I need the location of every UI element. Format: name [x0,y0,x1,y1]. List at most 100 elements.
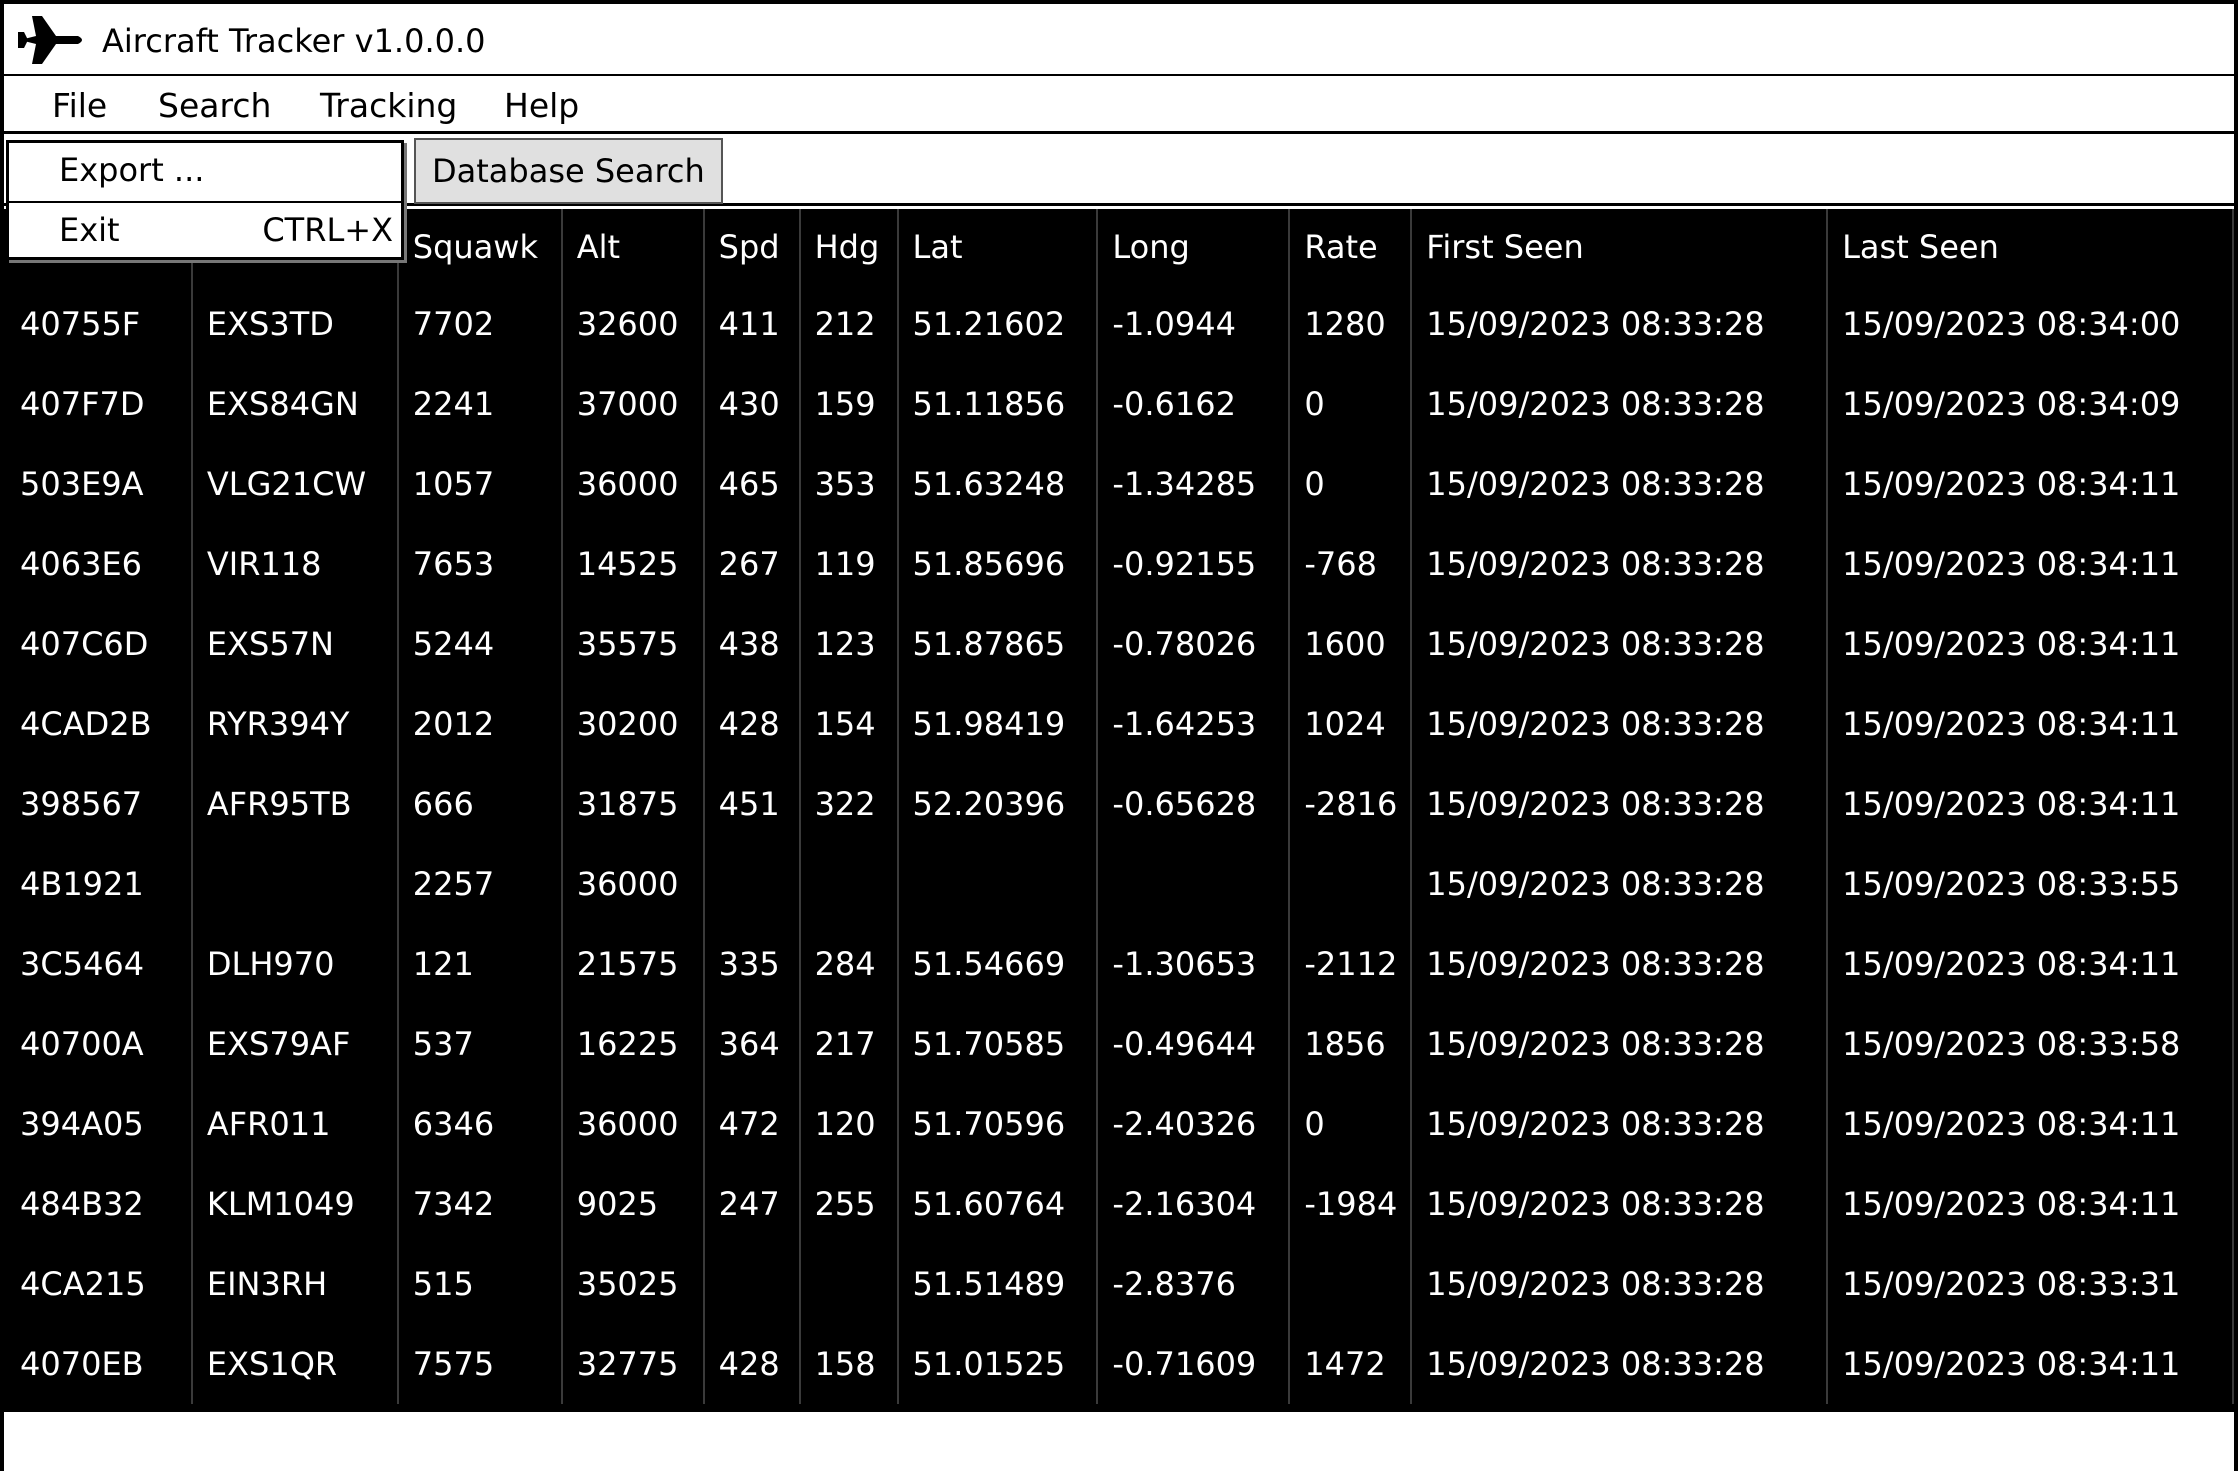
table-cell: 0 [1289,364,1413,444]
menu-file[interactable]: File [52,86,107,126]
table-cell: -2112 [1289,924,1413,1004]
table-cell: 15/09/2023 08:33:28 [1411,284,1829,364]
table-cell: 1280 [1289,284,1413,364]
table-cell: 51.63248 [897,444,1099,524]
column-header-rate[interactable]: Rate [1289,209,1413,284]
table-cell: 7342 [397,1164,563,1244]
table-cell: 2241 [397,364,563,444]
table-row[interactable]: 4CAD2B RYR394Y 2012 30200 428 154 51.98419 -1.6… [4,684,2234,764]
table-cell: 32775 [561,1324,705,1404]
menu-item-exit[interactable]: Exit CTRL+X [9,203,401,259]
table-cell [1097,844,1291,924]
table-row[interactable]: 4063E6 VIR118 7653 14525 267 119 51.85696 -0.92… [4,524,2234,604]
table-cell: VLG21CW [191,444,399,524]
column-header-alt[interactable]: Alt [561,209,705,284]
table-cell: 364 [703,1004,801,1084]
table-cell: 51.70585 [897,1004,1099,1084]
table-cell: 4B1921 [4,844,193,924]
table-cell: 15/09/2023 08:34:11 [1827,604,2234,684]
column-header-long[interactable]: Long [1097,209,1291,284]
table-cell: 666 [397,764,563,844]
table-cell: EXS84GN [191,364,399,444]
table-cell: 36000 [561,1084,705,1164]
table-row[interactable]: 407C6D EXS57N 5244 35575 438 123 51.87865 -0.78… [4,604,2234,684]
menu-search[interactable]: Search [158,86,271,126]
table-cell: 0 [1289,444,1413,524]
table-cell: 16225 [561,1004,705,1084]
menu-help[interactable]: Help [504,86,579,126]
table-cell: 3C5464 [4,924,193,1004]
table-row[interactable]: 394A05 AFR011 6346 36000 472 120 51.70596 -2.40… [4,1084,2234,1164]
table-cell: 335 [703,924,801,1004]
table-cell: 267 [703,524,801,604]
tab-database-search[interactable]: Database Search [414,138,723,204]
table-row[interactable]: 398567 AFR95TB 666 31875 451 322 52.20396 -0.65… [4,764,2234,844]
table-cell: EXS79AF [191,1004,399,1084]
table-cell: -0.78026 [1097,604,1291,684]
table-cell [799,1244,899,1324]
table-cell: 6346 [397,1084,563,1164]
table-cell: 21575 [561,924,705,1004]
table-cell: 15/09/2023 08:33:28 [1411,684,1829,764]
table-cell: -1.64253 [1097,684,1291,764]
table-row[interactable]: 4B1921 2257 36000 15/09/2023 08:33:28 15/09/… [4,844,2234,924]
table-cell: 7653 [397,524,563,604]
menu-item-export[interactable]: Export ... [9,143,401,199]
table-cell: 15/09/2023 08:34:11 [1827,444,2234,524]
table-cell: -1.30653 [1097,924,1291,1004]
table-cell: 4CA215 [4,1244,193,1324]
table-row[interactable]: 3C5464 DLH970 121 21575 335 284 51.54669 -1.306… [4,924,2234,1004]
column-header-hdg[interactable]: Hdg [799,209,899,284]
table-cell: 154 [799,684,899,764]
column-header-first-seen[interactable]: First Seen [1411,209,1829,284]
table-row[interactable]: 40700A EXS79AF 537 16225 364 217 51.70585 -0.49… [4,1004,2234,1084]
table-cell [191,844,399,924]
table-cell: 120 [799,1084,899,1164]
table-cell: -1984 [1289,1164,1413,1244]
table-cell: 15/09/2023 08:33:28 [1411,924,1829,1004]
table-cell: EIN3RH [191,1244,399,1324]
table-cell: 52.20396 [897,764,1099,844]
column-header-squawk[interactable]: Squawk [397,209,563,284]
table-cell: 36000 [561,444,705,524]
table-cell: 484B32 [4,1164,193,1244]
table-row[interactable]: 4070EB EXS1QR 7575 32775 428 158 51.01525 -0.71… [4,1324,2234,1404]
table-cell: 15/09/2023 08:33:28 [1411,444,1829,524]
table-cell: 15/09/2023 08:33:28 [1411,1084,1829,1164]
table-row[interactable]: 484B32 KLM1049 7342 9025 247 255 51.60764 -2.16… [4,1164,2234,1244]
table-cell: 15/09/2023 08:33:28 [1411,1004,1829,1084]
table-cell: 15/09/2023 08:34:09 [1827,364,2234,444]
table-cell: 5244 [397,604,563,684]
table-cell: 15/09/2023 08:34:11 [1827,1164,2234,1244]
table-row[interactable]: 40755F EXS3TD 7702 32600 411 212 51.21602 -1.09… [4,284,2234,364]
table-cell: -0.92155 [1097,524,1291,604]
table-row[interactable]: 407F7D EXS84GN 2241 37000 430 159 51.11856 -0.6… [4,364,2234,444]
table-cell: 15/09/2023 08:33:31 [1827,1244,2234,1324]
table-cell: 438 [703,604,801,684]
table-cell: 119 [799,524,899,604]
table-cell: KLM1049 [191,1164,399,1244]
table-row[interactable]: 503E9A VLG21CW 1057 36000 465 353 51.63248 -1.3… [4,444,2234,524]
table-cell: -768 [1289,524,1413,604]
table-cell: -1.34285 [1097,444,1291,524]
table-cell: 9025 [561,1164,705,1244]
table-cell: -0.71609 [1097,1324,1291,1404]
table-cell: 15/09/2023 08:33:28 [1411,604,1829,684]
window-title: Aircraft Tracker v1.0.0.0 [102,22,486,60]
column-header-lat[interactable]: Lat [897,209,1099,284]
table-row[interactable]: 4CA215 EIN3RH 515 35025 51.51489 -2.8376 15/09… [4,1244,2234,1324]
table-cell: 284 [799,924,899,1004]
column-header-last-seen[interactable]: Last Seen [1827,209,2234,284]
aircraft-table: Squawk Alt Spd Hdg Lat Long Rate First S… [4,209,2234,1409]
table-cell: 35025 [561,1244,705,1324]
table-cell [799,844,899,924]
table-cell: VIR118 [191,524,399,604]
table-cell: 255 [799,1164,899,1244]
table-cell: 394A05 [4,1084,193,1164]
table-cell: 1856 [1289,1004,1413,1084]
menu-item-exit-label: Exit [59,211,120,249]
table-cell: EXS57N [191,604,399,684]
menu-tracking[interactable]: Tracking [320,86,457,126]
table-cell: 398567 [4,764,193,844]
column-header-spd[interactable]: Spd [703,209,801,284]
